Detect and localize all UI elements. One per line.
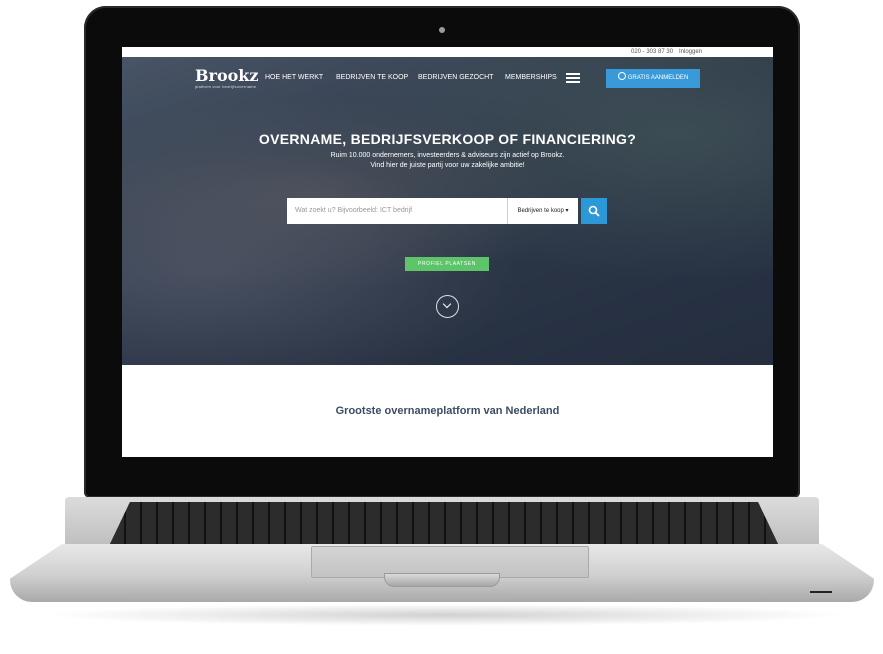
- phone-number: 020 - 303 87 30: [631, 49, 674, 55]
- top-utility-bar: 020 - 303 87 30 Inloggen: [122, 47, 773, 57]
- hero-subtext-1: Ruim 10.000 ondernemers, investeerders &…: [330, 152, 565, 159]
- login-link[interactable]: Inloggen: [679, 49, 702, 55]
- hero-headline: OVERNAME, BEDRIJFSVERKOOP OF FINANCIERIN…: [258, 131, 637, 147]
- nav-item-bedrijven-gezocht[interactable]: BEDRIJVEN GEZOCHT: [418, 74, 493, 81]
- logo-tagline: platform voor bedrijfsovername: [195, 84, 257, 89]
- keyboard: [110, 502, 778, 544]
- nav-item-memberships[interactable]: MEMBERSHIPS: [505, 74, 557, 81]
- sleep-indicator: [810, 591, 832, 593]
- nav-item-hoe-het-werkt[interactable]: HOE HET WERKT: [265, 74, 323, 81]
- nav-item-bedrijven-te-koop[interactable]: BEDRIJVEN TE KOOP: [336, 74, 408, 81]
- logo-word: Brookz: [195, 66, 259, 85]
- profile-place-button[interactable]: PROFIEL PLAATSEN: [405, 257, 489, 271]
- user-icon: [617, 72, 626, 80]
- laptop-shadow: [40, 604, 850, 626]
- scroll-down-icon[interactable]: [436, 295, 459, 318]
- hero-section: Brookz platform voor bedrijfsovername HO…: [122, 57, 773, 365]
- signup-button[interactable]: GRATIS AANMELDEN: [606, 69, 700, 88]
- brookz-logo[interactable]: Brookz platform voor bedrijfsovername: [195, 66, 259, 90]
- webcam: [439, 27, 445, 33]
- hero-subtext-2: Vind hier de juiste partij voor uw zakel…: [370, 162, 525, 169]
- signup-label: GRATIS AANMELDEN: [627, 75, 689, 81]
- category-select[interactable]: Bedrijven te koop ▾: [507, 198, 578, 224]
- laptop-screen: 020 - 303 87 30 Inloggen Brookz platform…: [122, 47, 773, 457]
- search-button[interactable]: [581, 198, 607, 224]
- lid-notch: [384, 573, 500, 587]
- section-title: Grootste overnameplatform van Nederland: [335, 405, 560, 417]
- search-icon: [588, 205, 600, 217]
- menu-icon[interactable]: [566, 73, 580, 85]
- search-input[interactable]: Wat zoekt u? Bijvoorbeeld: ICT bedrijf: [287, 198, 507, 224]
